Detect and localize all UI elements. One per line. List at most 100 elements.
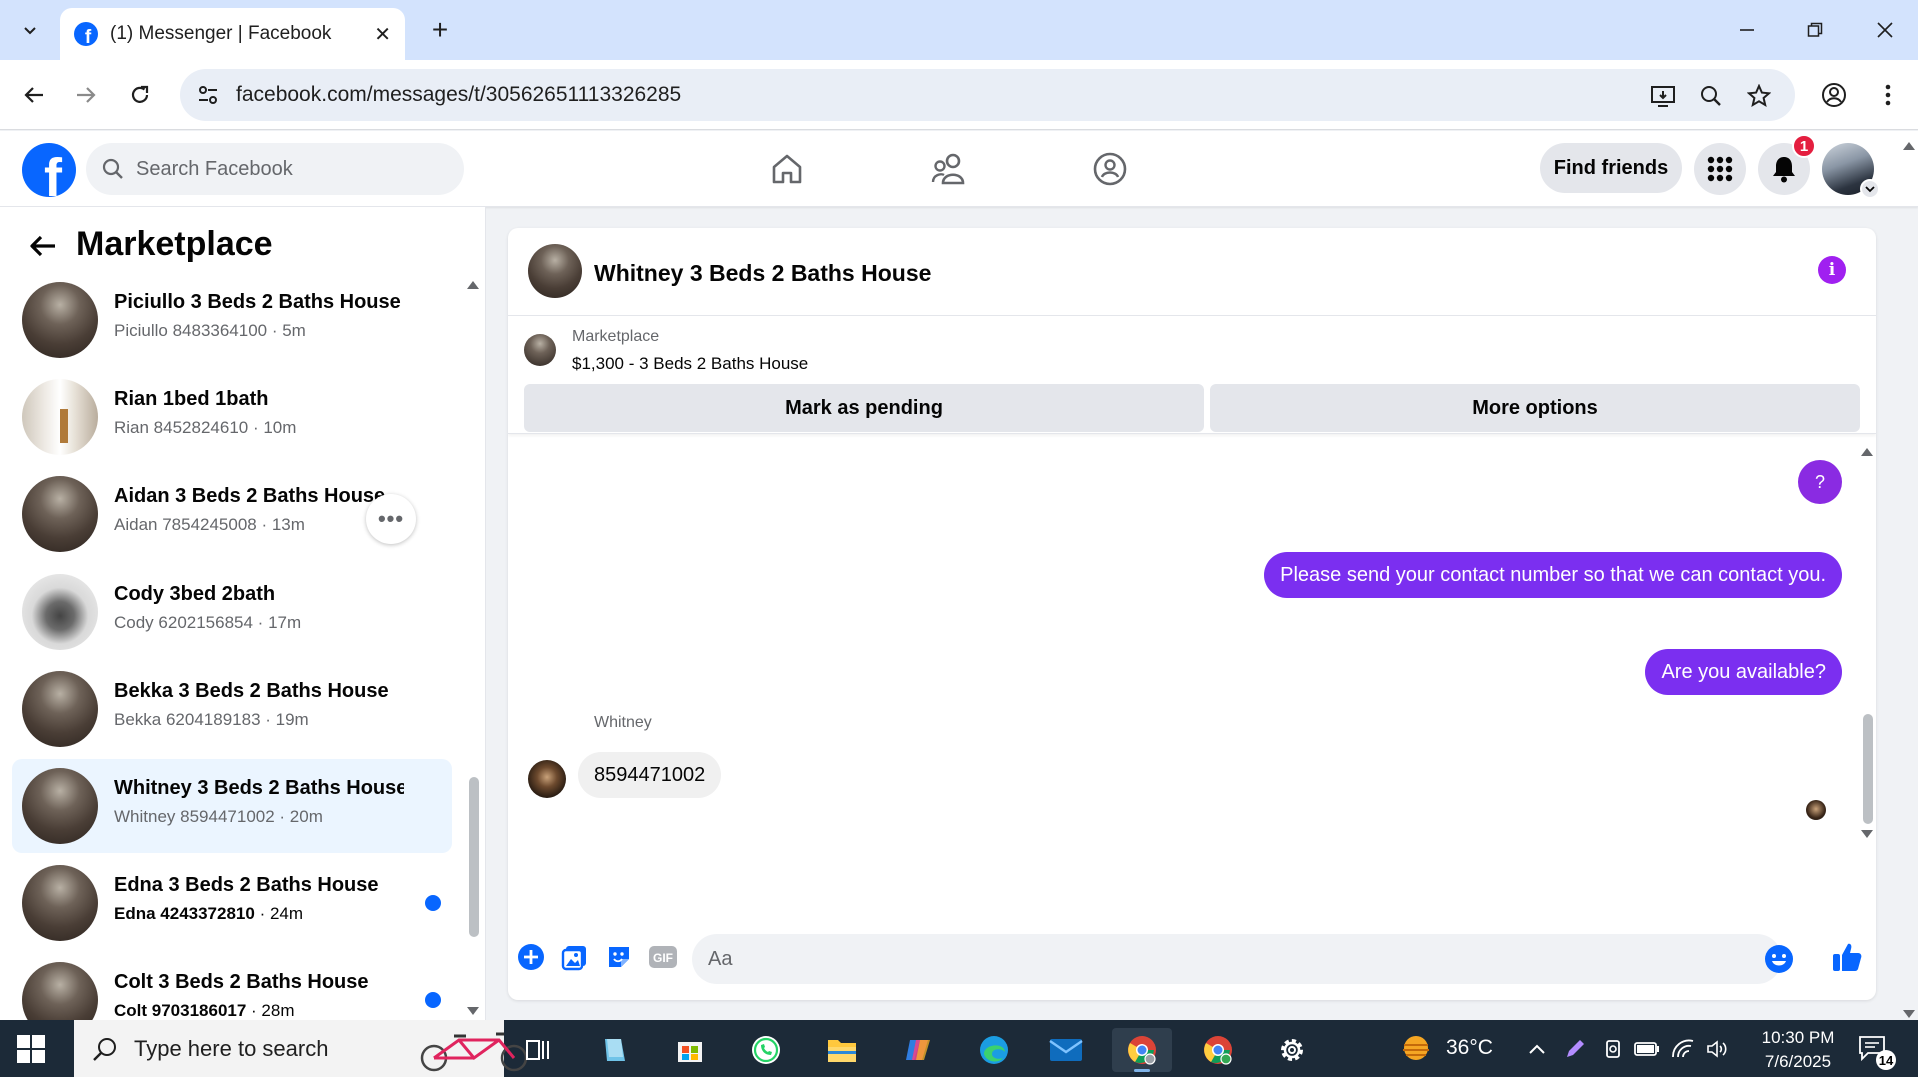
conversation-more-options-icon[interactable]: ••• bbox=[366, 494, 416, 544]
tab-close-icon[interactable]: ✕ bbox=[374, 22, 391, 47]
reload-icon[interactable] bbox=[120, 75, 160, 115]
outgoing-message[interactable]: Please send your contact number so that … bbox=[1264, 552, 1842, 598]
taskbar-clock[interactable]: 10:30 PM 7/6/2025 bbox=[1742, 1026, 1854, 1074]
battery-icon[interactable] bbox=[1634, 1036, 1660, 1062]
friends-icon[interactable] bbox=[927, 147, 971, 191]
photo-icon[interactable] bbox=[560, 942, 590, 972]
unread-dot-icon bbox=[425, 992, 441, 1008]
conversation-item[interactable]: Bekka 3 Beds 2 Baths House Bekka 6204189… bbox=[12, 662, 452, 756]
taskbar-search-placeholder: Type here to search bbox=[134, 1035, 329, 1061]
back-arrow-icon[interactable] bbox=[26, 229, 60, 263]
listing-description[interactable]: $1,300 - 3 Beds 2 Baths House bbox=[572, 354, 808, 374]
settings-gear-icon[interactable] bbox=[1262, 1028, 1322, 1072]
info-icon[interactable]: i bbox=[1818, 256, 1846, 284]
marketplace-sidebar: Marketplace Piciullo 3 Beds 2 Baths Hous… bbox=[0, 207, 486, 1020]
emoji-icon[interactable] bbox=[1764, 944, 1794, 974]
minimize-icon[interactable] bbox=[1722, 10, 1772, 50]
copilot-icon[interactable] bbox=[888, 1028, 948, 1072]
facebook-logo-icon[interactable]: f bbox=[22, 143, 76, 197]
listing-label: Marketplace bbox=[572, 328, 660, 345]
snippet-sender: Colt 9703186017 bbox=[114, 1001, 247, 1020]
windows-start-icon[interactable] bbox=[16, 1034, 46, 1064]
page-scroll-down-icon[interactable] bbox=[1902, 1006, 1916, 1018]
address-bar[interactable]: facebook.com/messages/t/3056265111332628… bbox=[180, 69, 1795, 121]
taskbar-search-input[interactable]: Type here to search bbox=[74, 1020, 528, 1077]
volume-icon[interactable] bbox=[1705, 1036, 1731, 1062]
gif-icon[interactable]: GIF bbox=[648, 942, 678, 972]
scroll-down-icon[interactable] bbox=[1860, 826, 1874, 838]
seen-indicator-avatar bbox=[1806, 800, 1826, 820]
meet-now-icon[interactable] bbox=[1600, 1036, 1626, 1062]
chat-avatar[interactable] bbox=[528, 244, 582, 298]
mail-icon[interactable] bbox=[1036, 1028, 1096, 1072]
facebook-search-input[interactable]: Search Facebook bbox=[86, 143, 464, 195]
new-tab-icon[interactable]: + bbox=[422, 12, 458, 48]
chrome-profile-icon[interactable] bbox=[1112, 1028, 1172, 1072]
clock-date: 7/6/2025 bbox=[1764, 1052, 1832, 1071]
tab-search-dropdown-icon[interactable] bbox=[10, 12, 50, 48]
listing-thumbnail bbox=[22, 379, 98, 455]
help-icon[interactable]: ? bbox=[1798, 460, 1842, 504]
conversation-snippet: Whitney 8594471002 · 20m bbox=[114, 807, 323, 826]
sticker-icon[interactable] bbox=[604, 942, 634, 972]
weather-widget[interactable]: 36°C bbox=[1398, 1030, 1493, 1066]
incoming-message[interactable]: 8594471002 bbox=[578, 752, 722, 798]
groups-icon[interactable] bbox=[1088, 147, 1132, 191]
profile-icon[interactable] bbox=[1814, 75, 1854, 115]
home-icon[interactable] bbox=[765, 147, 809, 191]
sender-avatar[interactable] bbox=[528, 760, 566, 798]
messages-scrollbar[interactable] bbox=[1863, 714, 1873, 824]
notepad-app-icon[interactable] bbox=[584, 1028, 644, 1072]
conversation-name: Whitney 3 Beds 2 Baths House bbox=[114, 777, 404, 799]
task-view-icon[interactable] bbox=[508, 1028, 568, 1072]
conversation-item-active[interactable]: Whitney 3 Beds 2 Baths House Whitney 859… bbox=[12, 759, 452, 853]
conversation-item-unread[interactable]: Edna 3 Beds 2 Baths House Edna 424337281… bbox=[12, 856, 452, 950]
conversation-item[interactable]: Rian 1bed 1bath Rian 8452824610 · 10m bbox=[12, 370, 452, 464]
conversation-snippet: Piciullo 8483364100 · 5m bbox=[114, 321, 306, 340]
back-icon[interactable] bbox=[14, 75, 54, 115]
conversation-item[interactable]: Piciullo 3 Beds 2 Baths House Piciullo 8… bbox=[12, 275, 452, 367]
outgoing-message[interactable]: Are you available? bbox=[1645, 649, 1842, 695]
zoom-icon[interactable] bbox=[1696, 81, 1726, 111]
listing-thumbnail bbox=[22, 476, 98, 552]
edge-browser-icon[interactable] bbox=[964, 1028, 1024, 1072]
install-app-icon[interactable] bbox=[1648, 81, 1678, 111]
conversation-item-unread[interactable]: Colt 3 Beds 2 Baths House Colt 970318601… bbox=[12, 953, 452, 1020]
sidebar-scrollbar[interactable] bbox=[469, 777, 479, 937]
mark-as-pending-button[interactable]: Mark as pending bbox=[524, 384, 1204, 432]
search-icon bbox=[93, 1038, 116, 1061]
file-explorer-icon[interactable] bbox=[812, 1028, 872, 1072]
page-scroll-up-icon[interactable] bbox=[1902, 138, 1916, 150]
conversation-snippet: Aidan 7854245008 · 13m bbox=[114, 515, 305, 534]
scroll-up-icon[interactable] bbox=[1860, 444, 1874, 456]
wifi-icon[interactable] bbox=[1670, 1036, 1696, 1062]
thumbs-up-icon[interactable] bbox=[1830, 940, 1864, 974]
conversation-name: Cody 3bed 2bath bbox=[114, 583, 276, 605]
close-window-icon[interactable] bbox=[1860, 10, 1910, 50]
bookmark-star-icon[interactable] bbox=[1744, 81, 1774, 111]
site-info-icon[interactable] bbox=[196, 83, 220, 107]
message-input[interactable]: Aa bbox=[692, 934, 1782, 984]
whatsapp-icon[interactable] bbox=[736, 1028, 796, 1072]
listing-thumbnail[interactable] bbox=[524, 334, 556, 366]
more-options-button[interactable]: More options bbox=[1210, 384, 1860, 432]
restore-icon[interactable] bbox=[1790, 10, 1840, 50]
conversation-item[interactable]: Cody 3bed 2bath Cody 6202156854 · 17m bbox=[12, 565, 452, 659]
microsoft-store-icon[interactable] bbox=[660, 1028, 720, 1072]
pen-icon[interactable] bbox=[1562, 1036, 1588, 1062]
add-attachment-icon[interactable] bbox=[516, 942, 546, 972]
forward-icon[interactable] bbox=[66, 75, 106, 115]
scroll-up-icon[interactable] bbox=[466, 277, 480, 289]
menu-grid-icon[interactable] bbox=[1694, 143, 1746, 195]
find-friends-button[interactable]: Find friends bbox=[1540, 143, 1682, 193]
weather-sun-icon bbox=[1403, 1036, 1429, 1060]
chat-title[interactable]: Whitney 3 Beds 2 Baths House bbox=[594, 260, 931, 287]
chat-header: Whitney 3 Beds 2 Baths House i bbox=[508, 228, 1876, 316]
scroll-down-icon[interactable] bbox=[466, 1003, 480, 1015]
browser-tab-messenger[interactable]: f (1) Messenger | Facebook ✕ bbox=[60, 8, 405, 60]
chrome-icon[interactable] bbox=[1188, 1028, 1248, 1072]
chevron-down-icon[interactable] bbox=[1860, 179, 1880, 199]
address-toolbar: facebook.com/messages/t/3056265111332628… bbox=[0, 60, 1918, 130]
show-hidden-icons-icon[interactable] bbox=[1524, 1036, 1550, 1062]
browser-menu-icon[interactable] bbox=[1868, 75, 1908, 115]
